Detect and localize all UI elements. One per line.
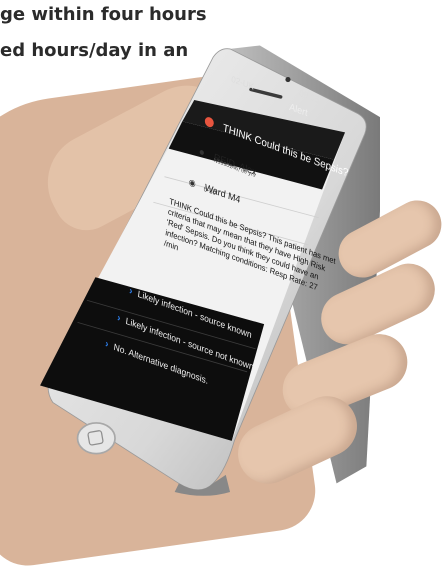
phone-screen-content: 02-UK 09:05 Alert THINK Could this be Se… (0, 0, 446, 539)
option-source-not-known[interactable]: › Likely infection - source not known (117, 312, 255, 373)
alert-message: THINK Could this be Sepsis? This patient… (163, 196, 337, 293)
status-time: 09:05 (298, 88, 320, 105)
carrier-label: 02-UK (230, 74, 255, 92)
location-icon: ◉ (188, 176, 197, 189)
chevron-right-icon: › (116, 312, 122, 325)
chevron-right-icon: › (128, 285, 134, 298)
status-bar: 02-UK (231, 74, 255, 92)
person-icon: ● (198, 145, 206, 160)
chevron-right-icon: › (104, 338, 110, 351)
alert-icon (204, 115, 215, 129)
nav-title: Alert (288, 102, 309, 120)
alert-header: THINK Could this be Sepsis? (204, 112, 350, 181)
